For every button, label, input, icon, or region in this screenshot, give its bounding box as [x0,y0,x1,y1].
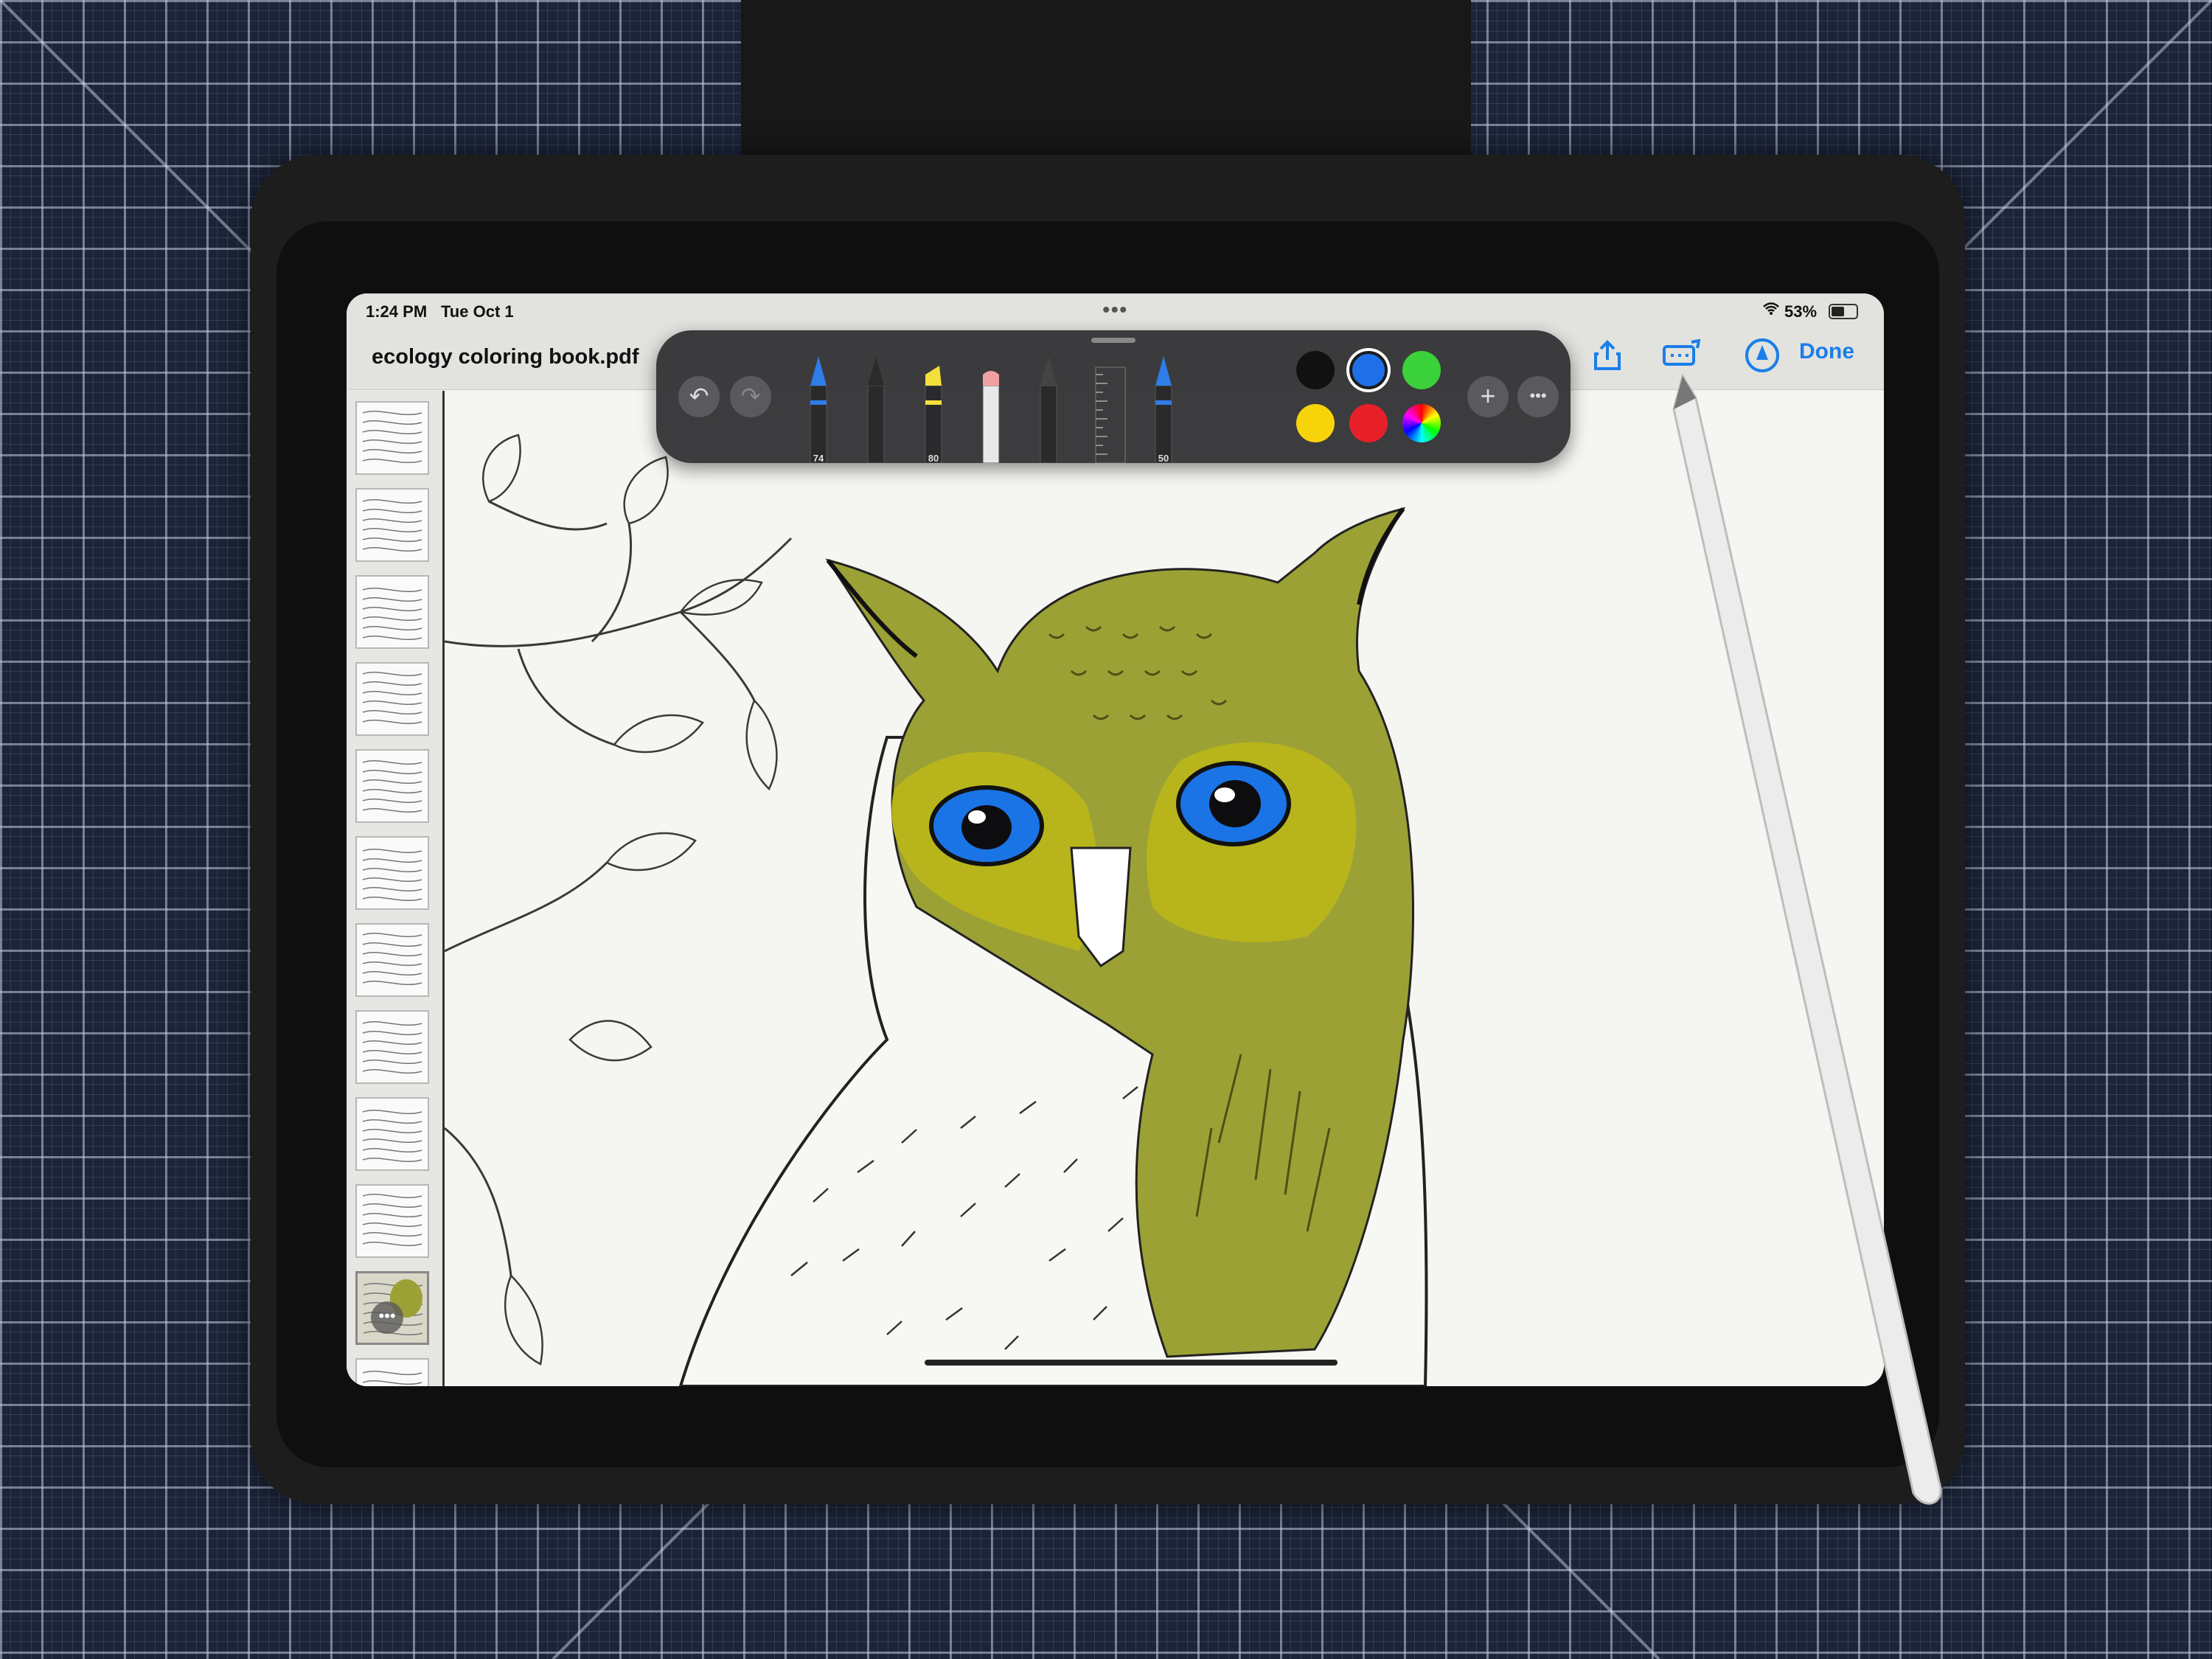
battery-level-fill [1832,307,1844,316]
tool-eraser[interactable] [982,371,1000,463]
page-thumbnail-sphere[interactable] [355,1184,429,1258]
page-thumbnail-owl[interactable]: ••• [355,1271,429,1345]
owl-illustration [445,434,1428,1386]
thumbnail-art [362,1020,422,1074]
document-page[interactable] [445,391,1884,1386]
home-indicator [925,1360,1338,1366]
page-thumbnail-waves[interactable] [355,1097,429,1171]
page-thumbnail-caterpillar[interactable] [355,662,429,736]
tool-ruler[interactable] [1095,366,1126,463]
thumbnail-art [362,671,422,725]
thumbnail-art [362,932,422,986]
page-thumbnail-next-page[interactable] [355,1358,429,1386]
share-icon[interactable] [1585,333,1630,378]
color-swatch-blue[interactable] [1349,351,1388,389]
owl-eye-highlight-left [968,810,986,824]
tool-pencil[interactable] [1040,356,1057,463]
color-swatch-black[interactable] [1296,351,1335,389]
page-thumbnail-sidebar: ••• [347,391,445,1386]
tool-size-label: 74 [813,453,824,463]
ipad-screen: 1:24 PM Tue Oct 1 ••• 53% ecology colori… [347,293,1884,1386]
more-button[interactable]: ••• [1517,376,1559,417]
thumbnail-art [362,848,422,902]
redo-icon[interactable]: ↷ [730,376,771,417]
tool-pen[interactable]: 74 [810,356,827,463]
tool-fountain-pen[interactable]: 50 [1155,356,1172,463]
thumbnail-more-button[interactable]: ••• [371,1301,403,1334]
document-title[interactable]: ecology coloring book.pdf [372,345,639,369]
leaf-outlines [481,434,778,1366]
tool-size-label: 80 [928,453,939,463]
battery-percentage: 53% [1784,302,1818,321]
branch-lines [445,500,793,1276]
color-swatch-red[interactable] [1349,404,1388,442]
thumbnail-art [362,1370,422,1385]
thumbnail-art [362,587,422,641]
page-thumbnail-butterfly[interactable] [355,575,429,649]
markup-icon[interactable] [1659,333,1703,378]
page-thumbnail-mushrooms[interactable] [355,923,429,997]
tool-palette: ↶ ↷ 74 80 50 + ••• [656,330,1571,463]
status-time: 1:24 PM [366,302,428,321]
wifi-icon [1762,301,1780,320]
done-button[interactable]: Done [1799,339,1854,364]
owl-pupil-right [1209,780,1261,827]
tool-highlighter[interactable]: 80 [925,366,942,463]
color-swatch-yellow[interactable] [1296,404,1335,442]
multitask-dots-icon[interactable]: ••• [1102,298,1128,323]
pen-circle-icon[interactable] [1740,333,1784,378]
status-date: Tue Oct 1 [441,302,514,321]
thumbnail-art [362,1193,422,1247]
page-thumbnail-hummingbird[interactable] [355,1010,429,1084]
page-thumbnail-flamingos[interactable] [355,488,429,562]
tool-monoline[interactable] [867,356,885,463]
undo-icon[interactable]: ↶ [678,376,720,417]
owl-eye-highlight-right [1214,787,1235,802]
thumbnail-art [362,498,422,552]
thumbnail-art [362,410,422,464]
color-swatch-green[interactable] [1402,351,1441,389]
battery-icon [1829,304,1858,319]
add-button[interactable]: + [1467,376,1509,417]
color-swatch-multicolor[interactable] [1402,404,1441,442]
page-thumbnail-flowers[interactable] [355,836,429,910]
palette-grabber[interactable] [1091,338,1135,343]
thumbnail-art [362,1109,422,1163]
owl-pupil-left [961,805,1012,849]
drawing-tools[interactable]: 74 80 50 [796,345,1209,463]
thumbnail-art [362,759,422,813]
page-thumbnail-dragonfly[interactable] [355,401,429,475]
page-thumbnail-butterflies-forest[interactable] [355,749,429,823]
tool-size-label: 50 [1158,453,1169,463]
